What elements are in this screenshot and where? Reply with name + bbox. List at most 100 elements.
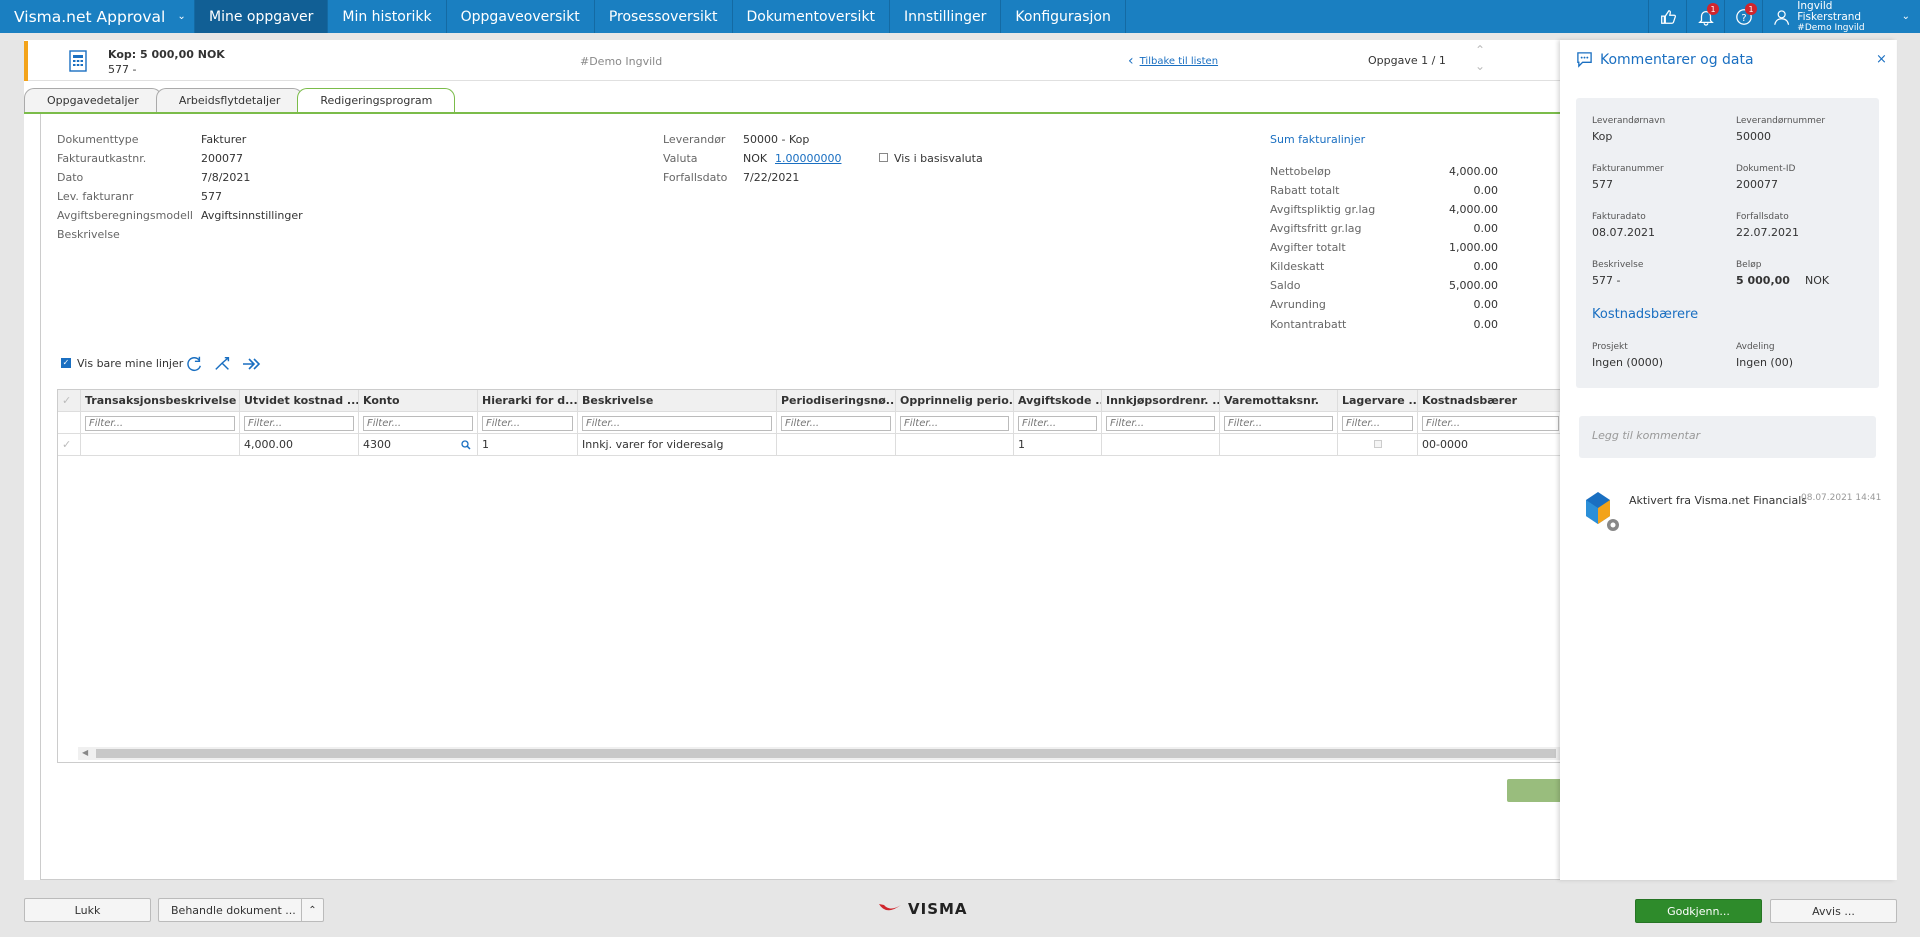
column-filter-input[interactable] [482,416,573,431]
column-header[interactable]: Avgiftskode ... [1014,390,1102,411]
sum-value: 1,000.00 [1449,241,1498,254]
column-filter-input[interactable] [781,416,891,431]
column-header[interactable]: Konto [359,390,478,411]
thumbs-up-icon[interactable] [1648,0,1686,33]
back-link-label: Tilbake til listen [1139,55,1219,67]
nav-tab-dokumentoversikt[interactable]: Dokumentoversikt [733,0,891,33]
nav-tab-oppgaveoversikt[interactable]: Oppgaveoversikt [447,0,595,33]
reject-button[interactable]: Avvis ... [1770,899,1897,923]
nav-tab-min-historikk[interactable]: Min historikk [328,0,447,33]
forward-icon[interactable] [241,356,263,372]
column-header[interactable]: Beskrivelse [578,390,777,411]
cell-original-period[interactable] [896,434,1014,455]
sum-label: Avgiftspliktig gr.lag [1270,203,1376,216]
column-header[interactable]: Innkjøpsordrenr. ... [1102,390,1220,411]
save-button[interactable] [1507,779,1567,802]
handle-document-button[interactable]: Behandle dokument ... ⌃ [158,898,324,922]
table-row[interactable]: ✓ 4,000.00 4300 1 Innkj. varer for vider… [58,434,1561,456]
column-header[interactable]: Transaksjonsbeskrivelse ... [81,390,240,411]
chevron-up-icon[interactable]: ⌃ [301,899,323,921]
scrollbar-thumb[interactable] [96,749,1556,758]
cell-hierarchy[interactable]: 1 [478,434,578,455]
filter-cell [240,412,359,433]
tab-arbeidsflytdetaljer[interactable]: Arbeidsflytdetaljer [155,88,304,112]
field-value: 577 - [1592,274,1621,287]
column-filter-input[interactable] [85,416,235,431]
svg-text:?: ? [1741,13,1746,24]
field-value: 08.07.2021 [1592,226,1655,239]
help-badge: 1 [1745,3,1757,15]
cell-receipt-number[interactable] [1220,434,1338,455]
cell-cost-carrier[interactable]: 00-0000 [1418,434,1563,455]
app-switcher[interactable]: Visma.net Approval ⌄ [0,0,195,33]
amount-value: 5 000,00 [1736,274,1790,287]
cell-accrual-key[interactable] [777,434,896,455]
column-header[interactable]: Periodiseringsnø... [777,390,896,411]
due-date-value: 7/22/2021 [743,171,800,184]
back-to-list-link[interactable]: ‹ Tilbake til listen [1128,53,1218,69]
cell-purchase-order[interactable] [1102,434,1220,455]
search-icon[interactable] [461,440,471,450]
column-filter-input[interactable] [582,416,772,431]
select-all-checkbox[interactable]: ✓ [58,390,81,411]
sum-lines-title[interactable]: Sum fakturalinjer [1270,133,1365,146]
column-header[interactable]: Lagervare ... [1338,390,1418,411]
stock-item-checkbox[interactable] [1374,440,1382,448]
account-value: 4300 [363,438,391,451]
column-header[interactable]: Kostnadsbærer [1418,390,1563,411]
row-select-checkbox[interactable]: ✓ [58,434,81,455]
nav-tab-prosessoversikt[interactable]: Prosessoversikt [595,0,733,33]
column-filter-input[interactable] [900,416,1009,431]
next-task-button[interactable]: ⌄ [1475,59,1485,73]
basis-currency-label: Vis i basisvaluta [894,152,983,165]
nav-tab-konfigurasjon[interactable]: Konfigurasjon [1001,0,1126,33]
field-value: 577 [1592,178,1613,191]
supplier-invoice-value: 577 [201,190,222,203]
currency-rate-link[interactable]: 1.00000000 [775,152,841,165]
supplier-label: Leverandør [663,133,726,146]
scroll-left-icon[interactable]: ◀ [82,748,88,757]
prev-task-button[interactable]: ⌃ [1475,43,1485,57]
only-mine-checkbox[interactable]: ✓ [61,358,71,368]
cell-stock-item[interactable] [1338,434,1418,455]
field-label: Beskrivelse [1592,260,1644,270]
user-menu[interactable]: Ingvild Fiskerstrand #Demo Ingvild ⌄ [1762,0,1920,33]
cell-tax-code[interactable]: 1 [1014,434,1102,455]
nav-tab-innstillinger[interactable]: Innstillinger [890,0,1002,33]
column-filter-input[interactable] [1342,416,1413,431]
column-filter-input[interactable] [1224,416,1333,431]
comment-input[interactable]: Legg til kommentar [1579,416,1876,458]
column-filter-input[interactable] [1106,416,1215,431]
sum-value: 0.00 [1473,318,1499,331]
column-header[interactable]: Utvidet kostnad ... [240,390,359,411]
date-label: Dato [57,171,84,184]
column-filter-input[interactable] [1422,416,1559,431]
tax-model-label: Avgiftsberegningsmodell [57,209,193,222]
user-icon [1774,9,1790,25]
horizontal-scrollbar[interactable]: ◀ [78,747,1563,760]
cell-transaction-description[interactable] [81,434,240,455]
cell-description[interactable]: Innkj. varer for videresalg [578,434,777,455]
tab-redigeringsprogram[interactable]: Redigeringsprogram [297,88,456,112]
nav-tab-mine-oppgaver[interactable]: Mine oppgaver [195,0,329,33]
column-header[interactable]: Varemottaksnr. [1220,390,1338,411]
column-header[interactable]: Hierarki for d... [478,390,578,411]
refresh-icon[interactable] [185,355,203,373]
split-line-icon[interactable] [213,355,233,373]
cost-carriers-heading: Kostnadsbærere [1592,307,1699,322]
tab-oppgavedetaljer[interactable]: Oppgavedetaljer [24,88,162,112]
bell-icon[interactable]: 1 [1686,0,1724,33]
approve-button[interactable]: Godkjenn... [1635,899,1762,923]
cell-account[interactable]: 4300 [359,434,478,455]
basis-currency-checkbox[interactable] [879,153,888,162]
column-filter-input[interactable] [1018,416,1097,431]
help-icon[interactable]: ? 1 [1724,0,1762,33]
close-icon[interactable]: × [1876,52,1887,67]
column-filter-input[interactable] [244,416,354,431]
column-header[interactable]: Opprinnelig perio... [896,390,1014,411]
filter-cell [81,412,240,433]
close-button[interactable]: Lukk [24,898,151,922]
top-nav: Visma.net Approval ⌄ Mine oppgaver Min h… [0,0,1920,33]
column-filter-input[interactable] [363,416,473,431]
cell-extended-cost[interactable]: 4,000.00 [240,434,359,455]
